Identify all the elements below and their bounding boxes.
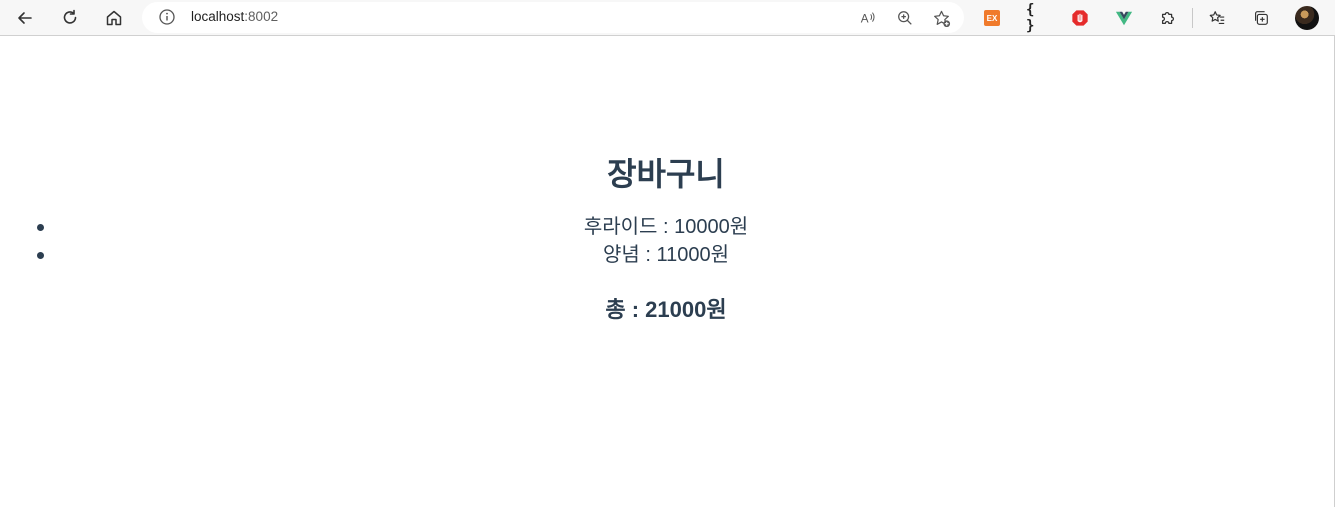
json-braces-icon[interactable]: { } [1026,2,1046,34]
home-icon[interactable] [100,4,128,32]
reload-icon[interactable] [56,4,84,32]
vue-devtools-icon[interactable] [1114,8,1134,28]
favorites-icon[interactable] [1207,8,1227,28]
zoom-icon[interactable] [895,8,915,28]
back-arrow-icon[interactable] [11,4,39,32]
browser-toolbar: localhost:8002 A EX { } [0,0,1335,36]
read-aloud-icon[interactable]: A [858,8,878,28]
svg-text:A: A [861,13,869,26]
list-item: 양념 : 11000원 [0,241,1332,269]
info-icon[interactable] [158,8,176,26]
item-text: 양념 : 11000원 [602,244,729,266]
url-text: localhost:8002 [191,9,279,24]
collections-icon[interactable] [1251,8,1271,28]
address-bar[interactable]: localhost:8002 A [142,2,964,33]
add-favorite-icon[interactable] [931,8,951,28]
extension-orange-icon[interactable]: EX [982,8,1002,28]
item-text: 후라이드 : 10000원 [583,216,749,238]
puzzle-icon[interactable] [1158,8,1178,28]
toolbar-separator [1192,8,1193,28]
bullet-icon [37,252,44,259]
cart-list: 후라이드 : 10000원 양념 : 11000원 [0,213,1332,269]
profile-avatar[interactable] [1295,6,1319,30]
total-text: 총 : 21000원 [605,297,727,322]
list-item: 후라이드 : 10000원 [0,213,1332,241]
adblock-icon[interactable] [1070,8,1090,28]
bullet-icon [37,224,44,231]
page-title: 장바구니 [607,156,725,192]
